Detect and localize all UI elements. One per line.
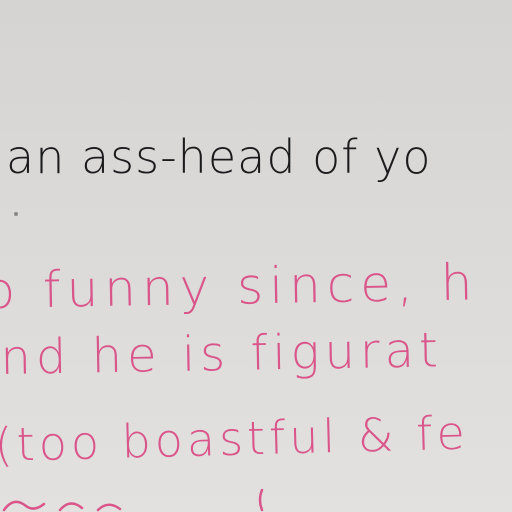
- handwritten-line-3: nd he is figurat: [0, 322, 444, 386]
- handwritten-line-1: an ass-head of yo: [6, 130, 432, 184]
- ink-dot: [14, 212, 18, 216]
- paper-sheet: an ass-head of yo o funny since, h nd he…: [0, 0, 512, 512]
- handwritten-line-2: o funny since, h: [0, 253, 479, 320]
- partial-handwriting-strokes: [2, 488, 264, 512]
- handwritten-line-4: (too boastful & fe: [0, 405, 470, 472]
